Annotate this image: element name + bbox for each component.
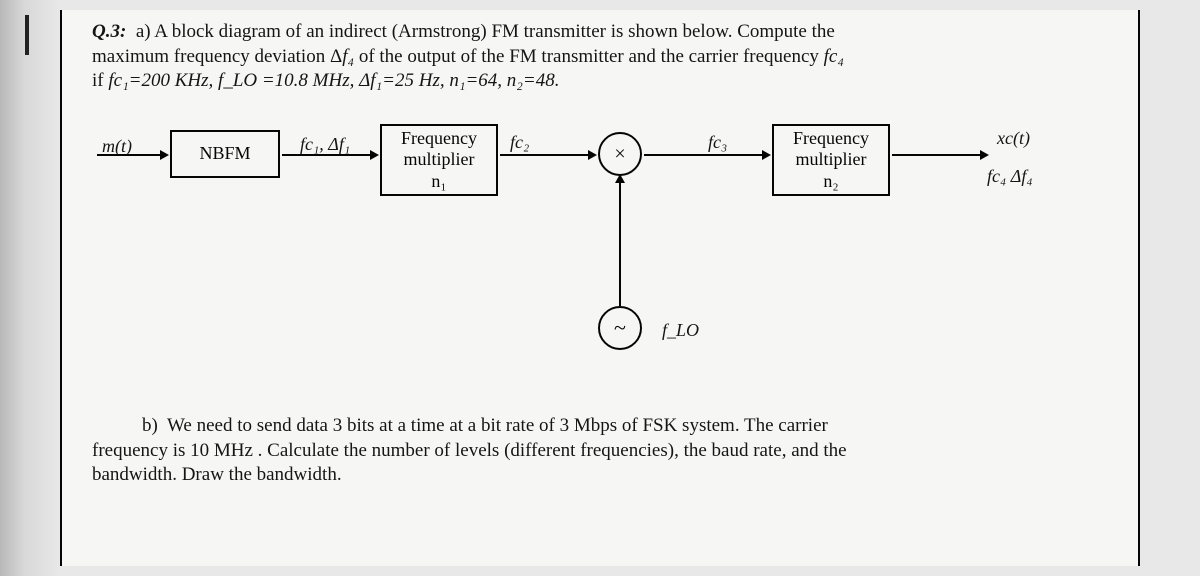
out-bot-label: fc₄ Δf₄ — [987, 166, 1033, 187]
page-shadow — [0, 0, 60, 576]
qa-line1: A block diagram of an indirect (Armstron… — [154, 21, 835, 42]
arrow-in — [97, 154, 167, 156]
sig1-label: fc₁, Δf₁ — [300, 134, 350, 155]
mult1-mid: multiplier — [404, 149, 475, 171]
mult1-bot: n₁ — [431, 171, 446, 193]
sig3-label: fc₃ — [708, 132, 727, 153]
mixer-symbol: × — [614, 143, 625, 166]
page-content: Q.3: a) A block diagram of an indirect (… — [60, 10, 1140, 566]
qa-prefix: Q.3: — [92, 21, 126, 42]
varrow-osc — [619, 176, 621, 306]
mult1-top: Frequency — [401, 128, 477, 150]
arrow-2 — [500, 154, 595, 156]
question-a: Q.3: a) A block diagram of an indirect (… — [92, 20, 1110, 94]
nbfm-text: NBFM — [199, 143, 250, 165]
qa-label: a) — [136, 21, 151, 42]
arrow-3 — [644, 154, 769, 156]
osc-block: ~ — [598, 306, 642, 350]
question-b: b) We need to send data 3 bits at a time… — [92, 414, 1110, 488]
mult2-mid: multiplier — [796, 149, 867, 171]
block-diagram: m(t) NBFM fc₁, Δf₁ Frequency multiplier … — [92, 124, 1110, 404]
qa-line2a: maximum frequency deviation Δ — [92, 46, 342, 67]
qa-sym1: f₄ — [342, 46, 354, 67]
qb-line2: frequency is 10 MHz . Calculate the numb… — [92, 440, 847, 461]
qa-line3a: if — [92, 70, 108, 91]
mixer-block: × — [598, 132, 642, 176]
mult1-block: Frequency multiplier n₁ — [380, 124, 498, 196]
scan-artifact — [25, 15, 29, 55]
qa-line2b: of the output of the FM transmitter and … — [354, 46, 824, 67]
arrow-1 — [282, 154, 377, 156]
flo-label: f_LO — [662, 320, 699, 341]
mult2-block: Frequency multiplier n₂ — [772, 124, 890, 196]
qa-line3b: fc₁=200 KHz, f_LO =10.8 MHz, Δf₁=25 Hz, … — [108, 70, 559, 91]
qa-sym2: fc₄ — [824, 46, 844, 67]
arrow-out — [892, 154, 987, 156]
qb-line1: We need to send data 3 bits at a time at… — [167, 415, 828, 436]
osc-symbol: ~ — [614, 315, 626, 341]
qb-line3: bandwidth. Draw the bandwidth. — [92, 464, 342, 485]
nbfm-block: NBFM — [170, 130, 280, 178]
mult2-top: Frequency — [793, 128, 869, 150]
qb-label: b) — [142, 415, 158, 436]
mult2-bot: n₂ — [823, 171, 838, 193]
sig2-label: fc₂ — [510, 132, 529, 153]
out-top-label: xc(t) — [997, 128, 1030, 149]
